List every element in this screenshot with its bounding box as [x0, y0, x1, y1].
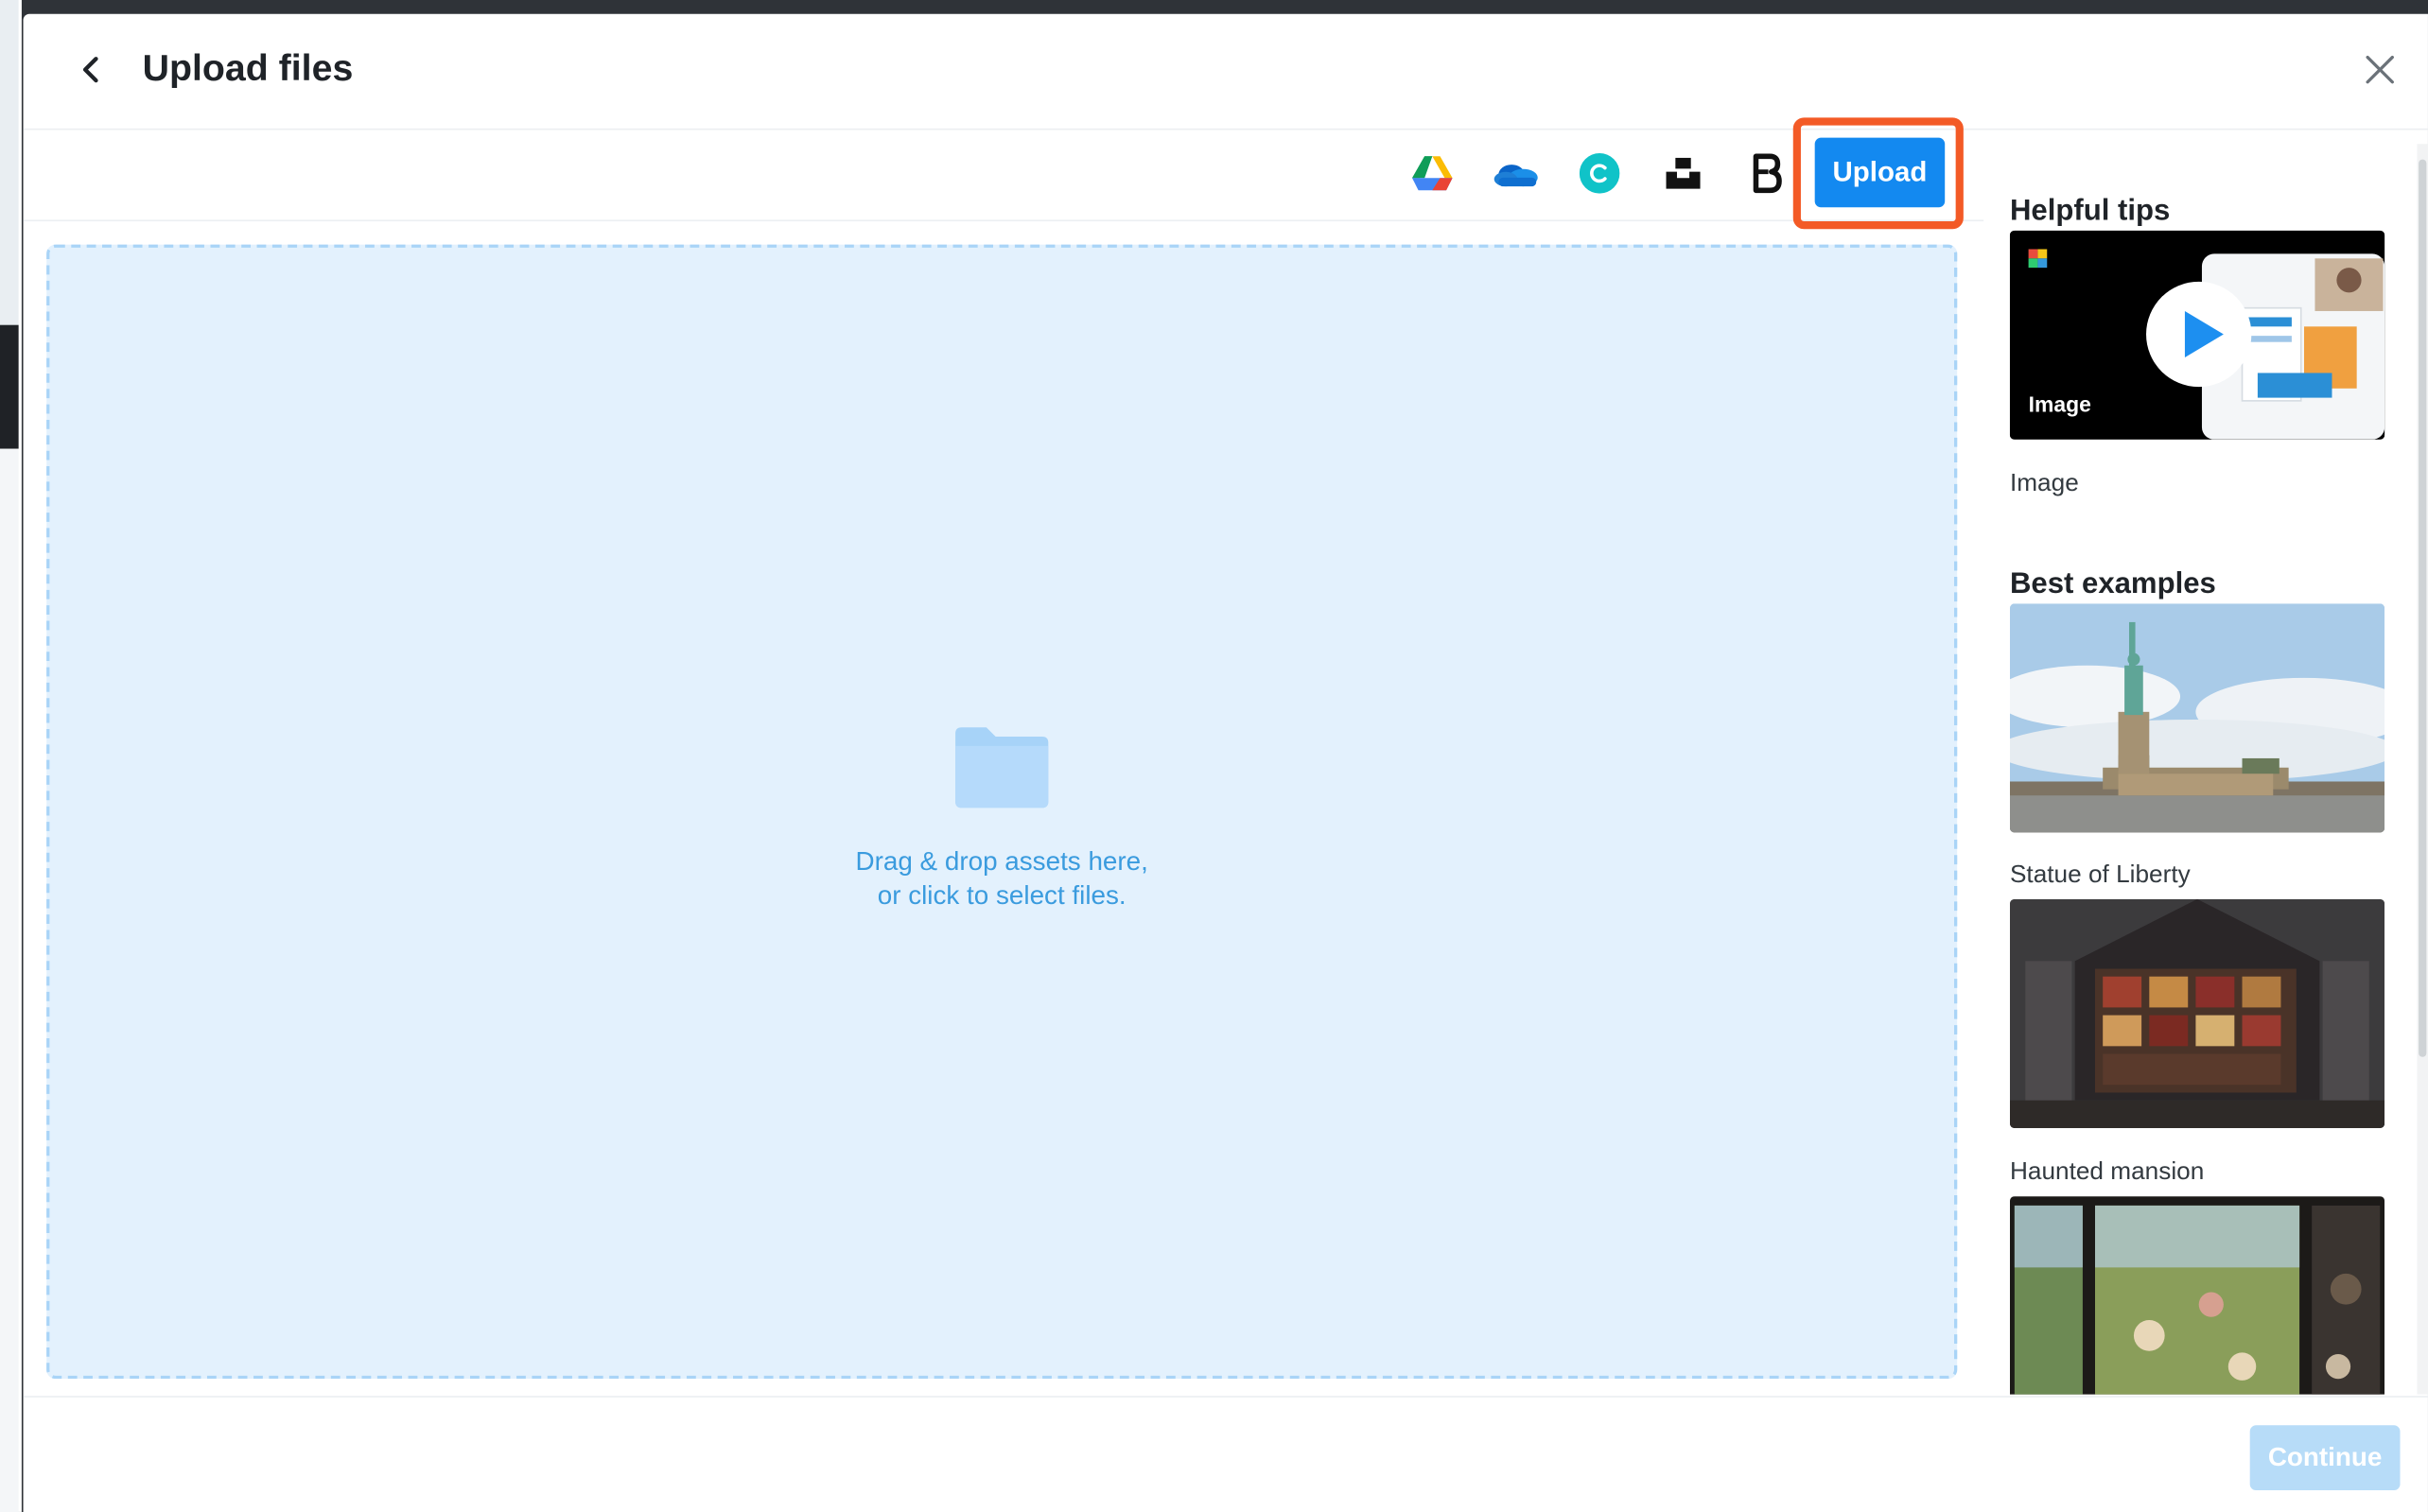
upload-button[interactable]: Upload: [1814, 137, 1946, 208]
box-button[interactable]: [1743, 150, 1790, 197]
helpful-tips-heading: Helpful tips: [2009, 195, 2171, 228]
background-window-edge: [0, 0, 22, 1512]
sidebar-scroll-thumb[interactable]: [2419, 159, 2427, 1057]
canva-icon: [1579, 153, 1620, 194]
drop-instructions-line2: or click to select files.: [877, 880, 1127, 911]
example-thumbnail-garden-triptych[interactable]: [2009, 1196, 2385, 1395]
folder-icon: [955, 727, 1049, 808]
back-button[interactable]: [70, 48, 114, 92]
unsplash-button[interactable]: [1660, 150, 1706, 197]
dialog-header: Upload files: [23, 14, 2428, 130]
continue-button[interactable]: Continue: [2249, 1425, 2401, 1491]
example-thumbnail-haunted-mansion[interactable]: [2009, 898, 2385, 1129]
haunted-mansion-image: [2009, 898, 2385, 1129]
video-caption: Image: [2009, 470, 2079, 497]
best-examples-heading: Best examples: [2009, 567, 2216, 601]
drop-zone[interactable]: Drag & drop assets here, or click to sel…: [46, 244, 1958, 1380]
chevron-left-icon: [82, 57, 98, 83]
dialog-footer: [23, 1396, 2428, 1512]
triptych-painting-image: [2009, 1196, 2385, 1395]
statue-of-liberty-image: [2009, 603, 2385, 833]
sidebar-panel: Helpful tips Image Image Best examples S…: [2008, 144, 2414, 1395]
onedrive-button[interactable]: [1493, 150, 1539, 197]
dialog-title: Upload files: [142, 47, 354, 90]
drop-instructions-line1: Drag & drop assets here,: [855, 846, 1148, 877]
example-caption-statue-of-liberty: Statue of Liberty: [2009, 861, 2191, 889]
unsplash-icon: [1666, 157, 1701, 189]
close-icon: [2366, 55, 2394, 84]
source-toolbar: [23, 130, 1984, 222]
canva-button[interactable]: [1577, 150, 1623, 197]
google-drive-icon: [1412, 155, 1453, 190]
example-thumbnail-statue-of-liberty[interactable]: [2009, 603, 2385, 833]
upload-files-dialog: Upload files Upload Drag & drop assets h…: [23, 13, 2428, 1512]
box-b-icon: [1753, 153, 1782, 194]
video-overlay-label: Image: [2028, 391, 2091, 417]
google-drive-button[interactable]: [1409, 150, 1456, 197]
example-caption-haunted-mansion: Haunted mansion: [2009, 1158, 2205, 1186]
sidebar-scrollbar[interactable]: [2417, 144, 2428, 1395]
close-button[interactable]: [2358, 48, 2402, 92]
onedrive-cloud-icon: [1493, 165, 1538, 187]
tips-video-thumbnail[interactable]: Image: [2009, 230, 2385, 440]
